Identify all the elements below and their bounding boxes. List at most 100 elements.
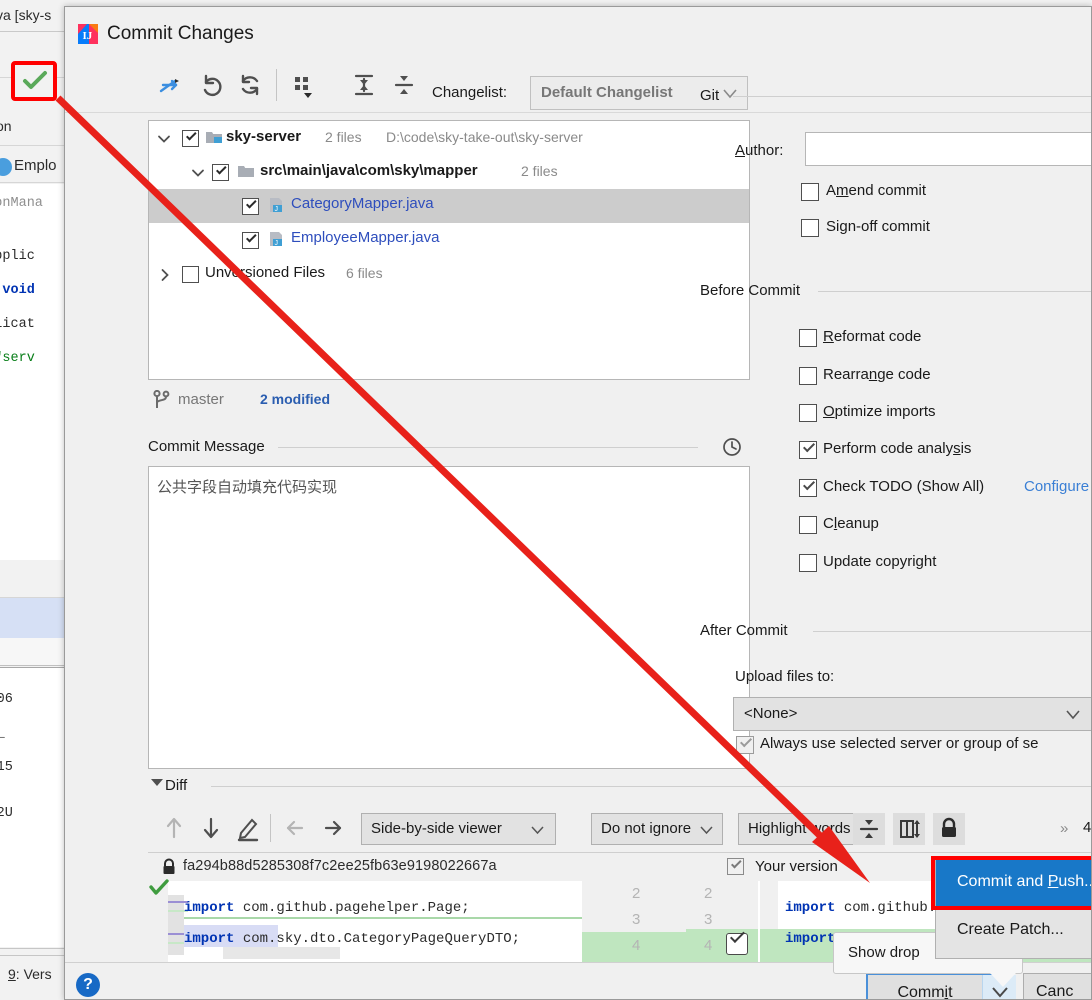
diff-left-line: import com.sky.dto.CategoryPageQueryDTO;: [184, 931, 520, 947]
branch-row: master 2 modified: [148, 388, 750, 416]
chevron-down-icon[interactable]: [157, 132, 171, 146]
help-icon[interactable]: ?: [76, 973, 100, 997]
reformat-code-checkbox[interactable]: [799, 329, 817, 347]
tree-node-name: Unversioned Files: [205, 264, 325, 281]
rearrange-code-label[interactable]: Rearrange code: [823, 366, 931, 383]
diff-right-line-number: 2: [704, 885, 712, 902]
upload-files-label: Upload files to:: [735, 668, 834, 685]
dialog-title: Commit Changes: [107, 23, 254, 45]
collapse-all-icon[interactable]: [388, 69, 420, 101]
rearrange-code-checkbox[interactable]: [799, 367, 817, 385]
update-copyright-checkbox[interactable]: [799, 554, 817, 572]
commit-message-value: 公共字段自动填充代码实现: [157, 476, 337, 497]
check-todo-checkbox[interactable]: [799, 479, 817, 497]
menu-item-label: Create Patch...: [957, 921, 1064, 939]
cancel-button[interactable]: Canc: [1023, 973, 1092, 1000]
always-use-server-checkbox[interactable]: [736, 736, 754, 754]
menu-item-create-patch[interactable]: Create Patch...: [936, 908, 1092, 956]
chevron-down-icon: [991, 986, 1009, 998]
tree-node-name[interactable]: CategoryMapper.java: [291, 195, 434, 212]
highlight-mode-value: Highlight words: [748, 820, 851, 837]
code-line: fo("serv: [0, 351, 35, 366]
tree-row[interactable]: src\main\java\com\sky\mapper 2 files: [149, 155, 749, 189]
tree-row[interactable]: sky-server 2 files D:\code\sky-take-out\…: [149, 121, 749, 155]
reformat-code-label[interactable]: Reformat code: [823, 328, 921, 345]
collapse-unchanged-icon[interactable]: [853, 813, 885, 845]
tree-row[interactable]: J CategoryMapper.java: [149, 189, 749, 223]
commit-changes-dialog: IJ Commit Changes: [64, 6, 1092, 1000]
java-file-icon: J: [268, 197, 284, 213]
cleanup-label[interactable]: Cleanup: [823, 515, 879, 532]
author-field[interactable]: [805, 132, 1092, 166]
perform-code-analysis-checkbox[interactable]: [799, 441, 817, 459]
viewer-mode-combo[interactable]: Side-by-side viewer: [361, 813, 556, 845]
lock-icon: [162, 858, 176, 875]
changelist-label-text: Changelist:: [432, 84, 507, 101]
diff-collapse-triangle-icon[interactable]: [151, 779, 163, 786]
revision-hash: fa294b88d5285308f7c2ee25fb63e9198022667a: [183, 858, 497, 874]
previous-difference-icon[interactable]: [159, 813, 189, 843]
group-by-icon[interactable]: [288, 69, 320, 101]
ignore-mode-combo[interactable]: Do not ignore: [591, 813, 723, 845]
accept-change-icon[interactable]: [149, 879, 169, 897]
code-line: ctionMana: [0, 196, 43, 211]
chevron-down-icon[interactable]: [191, 166, 205, 180]
signoff-commit-label[interactable]: Sign-off commit: [826, 218, 930, 235]
chevron-right-icon[interactable]: [158, 268, 172, 282]
optimize-imports-checkbox[interactable]: [799, 404, 817, 422]
clock-icon[interactable]: [722, 437, 742, 457]
apply-left-icon[interactable]: [280, 813, 310, 843]
next-difference-icon[interactable]: [196, 813, 226, 843]
annotation-highlight-box-commit-and-push: [931, 856, 1092, 910]
code-line: Applicat: [0, 317, 35, 332]
split-view-icon[interactable]: [893, 813, 925, 845]
your-version-label: Your version: [755, 858, 838, 875]
diff-label-text: Diff: [165, 777, 187, 794]
upload-server-combo[interactable]: <None>: [733, 697, 1092, 731]
diff-right-line-number: 4: [704, 937, 712, 954]
diff-left-pane[interactable]: [148, 881, 582, 963]
always-use-server-label[interactable]: Always use selected server or group of s…: [760, 735, 1038, 752]
signoff-commit-checkbox[interactable]: [801, 219, 819, 237]
lock-icon[interactable]: [933, 813, 965, 845]
diff-right-line: import com.github.: [785, 900, 936, 916]
before-commit-group-label-text: Before Commit: [700, 282, 800, 299]
tree-checkbox[interactable]: [212, 164, 229, 181]
commit-message-input[interactable]: 公共字段自动填充代码实现: [148, 466, 750, 769]
tree-checkbox[interactable]: [182, 130, 199, 147]
more-chevron-icon[interactable]: »: [1060, 820, 1068, 837]
tree-node-path: D:\code\sky-take-out\sky-server: [386, 129, 583, 145]
diff-left-scrollbar[interactable]: [223, 947, 340, 959]
tree-node-name[interactable]: EmployeeMapper.java: [291, 229, 439, 246]
tree-checkbox[interactable]: [242, 232, 259, 249]
upload-server-value: <None>: [744, 705, 797, 722]
cleanup-checkbox[interactable]: [799, 516, 817, 534]
check-todo-label[interactable]: Check TODO (Show All): [823, 478, 984, 495]
difference-count: 4 differen: [1083, 819, 1092, 836]
apply-right-icon[interactable]: [318, 813, 348, 843]
tree-row[interactable]: Unversioned Files 6 files: [149, 257, 749, 291]
tree-checkbox[interactable]: [182, 266, 199, 283]
version-control-tool-button[interactable]: 99: Vers: Vers: [8, 966, 52, 982]
revert-icon[interactable]: [196, 69, 228, 101]
tree-node-name: sky-server: [226, 128, 301, 145]
move-to-another-changelist-icon[interactable]: [154, 69, 186, 101]
tree-row[interactable]: J EmployeeMapper.java: [149, 223, 749, 257]
perform-code-analysis-label[interactable]: Perform code analysis: [823, 440, 971, 457]
edit-source-icon[interactable]: [233, 813, 263, 843]
configure-link[interactable]: Configure: [1024, 478, 1089, 495]
structure-item-label[interactable]: Emplo: [14, 157, 57, 174]
editor-tab-label[interactable]: va [sky-s: [0, 7, 51, 23]
diff-right-line-number: 3: [704, 911, 712, 928]
tree-checkbox[interactable]: [242, 198, 259, 215]
amend-commit-label[interactable]: Amend commit: [826, 182, 926, 199]
diff-apply-checkbox[interactable]: [726, 933, 748, 955]
refresh-icon[interactable]: [234, 69, 266, 101]
update-copyright-label[interactable]: Update copyright: [823, 553, 936, 570]
optimize-imports-label[interactable]: Optimize imports: [823, 403, 936, 420]
expand-all-icon[interactable]: [348, 69, 380, 101]
amend-commit-checkbox[interactable]: [801, 183, 819, 201]
git-group-label: Git: [700, 87, 719, 104]
changes-tree[interactable]: sky-server 2 files D:\code\sky-take-out\…: [148, 120, 750, 380]
your-version-checkbox[interactable]: [727, 858, 744, 875]
